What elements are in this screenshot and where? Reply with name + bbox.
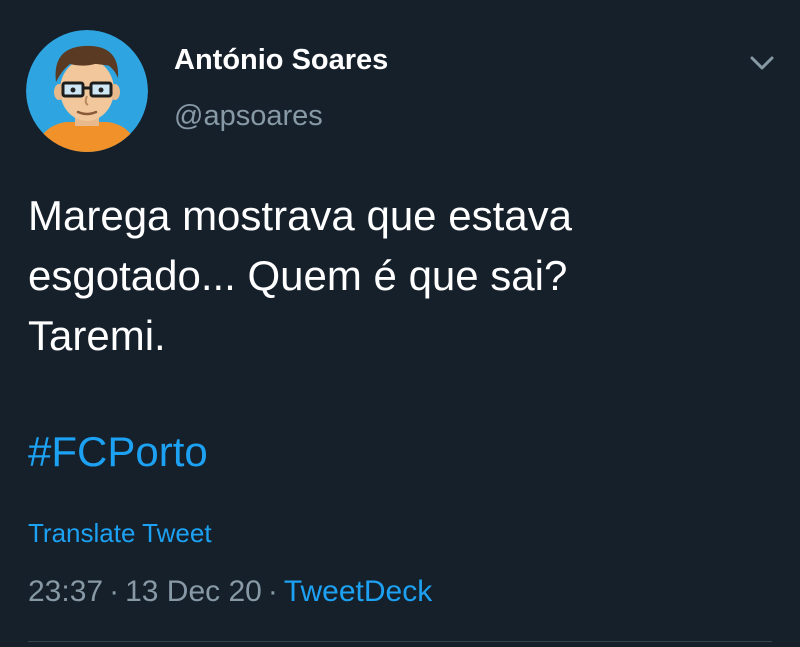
chevron-down-icon — [750, 56, 774, 70]
tweet-text-line: Marega mostrava que estava — [28, 192, 572, 239]
avatar[interactable] — [26, 30, 148, 152]
tweet-time[interactable]: 23:37 — [28, 575, 103, 608]
tweet-card: António Soares @apsoares Marega mostrava… — [0, 0, 800, 647]
tweet-text-line: esgotado... Quem é que sai? — [28, 252, 568, 299]
author-handle[interactable]: @apsoares — [174, 100, 323, 133]
tweet-text: Marega mostrava que estava esgotado... Q… — [28, 186, 768, 366]
tweet-menu-button[interactable] — [746, 50, 778, 76]
author-name[interactable]: António Soares — [174, 44, 388, 77]
tweet-source-link[interactable]: TweetDeck — [284, 575, 432, 608]
divider — [28, 641, 772, 642]
tweet-date[interactable]: 13 Dec 20 — [125, 575, 262, 608]
tweet-text-line: Taremi. — [28, 312, 166, 359]
meta-separator: · — [109, 575, 120, 608]
cartoon-avatar-icon — [26, 30, 148, 152]
translate-tweet-link[interactable]: Translate Tweet — [28, 518, 212, 549]
hashtag-link[interactable]: #FCPorto — [28, 428, 208, 476]
meta-separator: · — [267, 575, 278, 608]
tweet-meta: 23:37 · 13 Dec 20 · TweetDeck — [28, 575, 432, 609]
